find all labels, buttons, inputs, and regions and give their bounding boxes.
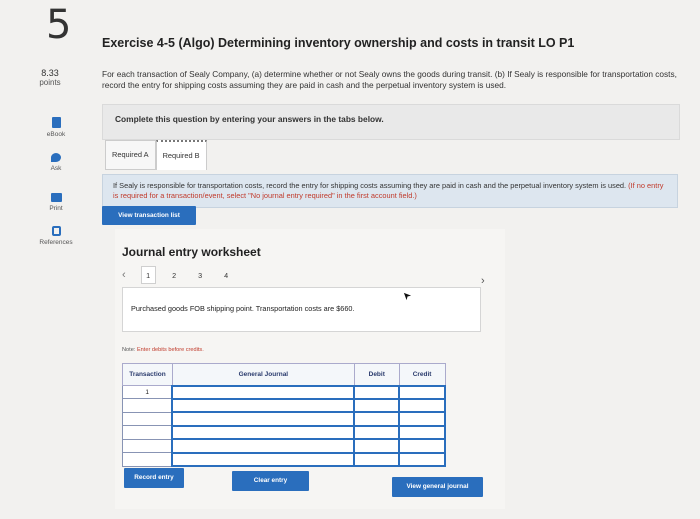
chevron-right-icon[interactable]: ›: [481, 275, 485, 287]
credit-field[interactable]: [398, 424, 446, 441]
debit-field[interactable]: [353, 424, 401, 441]
account-field[interactable]: [171, 451, 356, 468]
sidebar-item-label: References: [39, 239, 73, 246]
page-2[interactable]: 2: [167, 271, 182, 280]
table-row: [122, 424, 446, 441]
table-row: [122, 451, 446, 468]
journal-entry-table: Transaction General Journal Debit Credit…: [122, 363, 446, 468]
column-header-general-journal: General Journal: [171, 363, 355, 386]
exercise-title: Exercise 4-5 (Algo) Determining inventor…: [102, 36, 575, 50]
column-header-transaction: Transaction: [122, 363, 173, 386]
transaction-description: Purchased goods FOB shipping point. Tran…: [122, 287, 481, 332]
record-entry-button[interactable]: Record entry: [124, 468, 184, 488]
transaction-text: Purchased goods FOB shipping point. Tran…: [131, 304, 355, 313]
sidebar-item-ask[interactable]: Ask: [30, 153, 82, 172]
account-field[interactable]: [171, 384, 356, 400]
sidebar-item-label: Print: [49, 205, 63, 212]
transaction-cell: [122, 398, 173, 413]
points-label: points: [39, 78, 61, 87]
account-field[interactable]: [171, 411, 356, 427]
sidebar-item-label: Ask: [50, 165, 62, 172]
credit-field[interactable]: [398, 397, 446, 414]
table-row: [122, 438, 446, 454]
info-box: If Sealy is responsible for transportati…: [102, 174, 678, 208]
tab-required-a[interactable]: Required A: [105, 140, 156, 170]
sidebar-item-label: eBook: [46, 131, 66, 138]
table-row: [122, 397, 446, 414]
points-display: 8.33 points: [30, 68, 70, 88]
transaction-cell: [122, 425, 173, 440]
sidebar-item-print[interactable]: Print: [30, 193, 82, 212]
worksheet-pager: ‹ 1 2 3 4: [122, 266, 245, 284]
table-row: [122, 411, 446, 427]
print-icon: [50, 193, 62, 202]
view-transaction-list-button[interactable]: View transaction list: [102, 206, 196, 225]
credit-field[interactable]: [398, 384, 446, 400]
page-3[interactable]: 3: [193, 271, 208, 280]
column-header-debit: Debit: [353, 363, 400, 386]
chevron-left-icon[interactable]: ‹: [122, 269, 126, 281]
page-1[interactable]: 1: [140, 266, 156, 284]
complete-banner: Complete this question by entering your …: [102, 104, 680, 140]
credit-field[interactable]: [398, 451, 446, 468]
question-number: 5: [46, 2, 72, 48]
tab-bar: Required A Required B: [105, 140, 207, 170]
instructions-text: For each transaction of Sealy Company, (…: [102, 69, 677, 90]
table-row: 1: [122, 384, 446, 400]
banner-text: Complete this question by entering your …: [115, 114, 384, 124]
chat-icon: [51, 153, 61, 162]
debit-field[interactable]: [353, 384, 401, 400]
transaction-cell: [122, 438, 173, 454]
account-field[interactable]: [171, 424, 356, 441]
debit-field[interactable]: [353, 397, 401, 414]
note-prefix: Note:: [122, 347, 136, 353]
points-value: 8.33: [41, 68, 59, 78]
clear-entry-button[interactable]: Clear entry: [232, 471, 309, 491]
page-4[interactable]: 4: [219, 271, 234, 280]
credit-field[interactable]: [398, 438, 446, 454]
transaction-cell: [122, 411, 173, 427]
debit-field[interactable]: [353, 411, 401, 427]
credit-field[interactable]: [398, 411, 446, 427]
note-text: Enter debits before credits.: [136, 347, 204, 353]
info-text: If Sealy is responsible for transportati…: [113, 181, 627, 190]
mouse-cursor-icon: [403, 292, 412, 301]
view-general-journal-button[interactable]: View general journal: [392, 477, 483, 497]
worksheet-title: Journal entry worksheet: [122, 245, 261, 259]
debit-field[interactable]: [353, 438, 401, 454]
tab-required-b[interactable]: Required B: [155, 140, 207, 170]
debit-field[interactable]: [353, 451, 401, 468]
transaction-cell: 1: [122, 384, 173, 400]
sidebar-item-ebook[interactable]: eBook: [30, 117, 82, 138]
references-icon: [51, 226, 61, 236]
sidebar-item-references[interactable]: References: [30, 226, 82, 246]
account-field[interactable]: [171, 397, 356, 414]
column-header-credit: Credit: [398, 363, 446, 386]
account-field[interactable]: [171, 438, 356, 454]
entry-note: Note: Enter debits before credits.: [122, 347, 204, 353]
book-icon: [51, 117, 61, 128]
transaction-cell: [122, 452, 173, 467]
